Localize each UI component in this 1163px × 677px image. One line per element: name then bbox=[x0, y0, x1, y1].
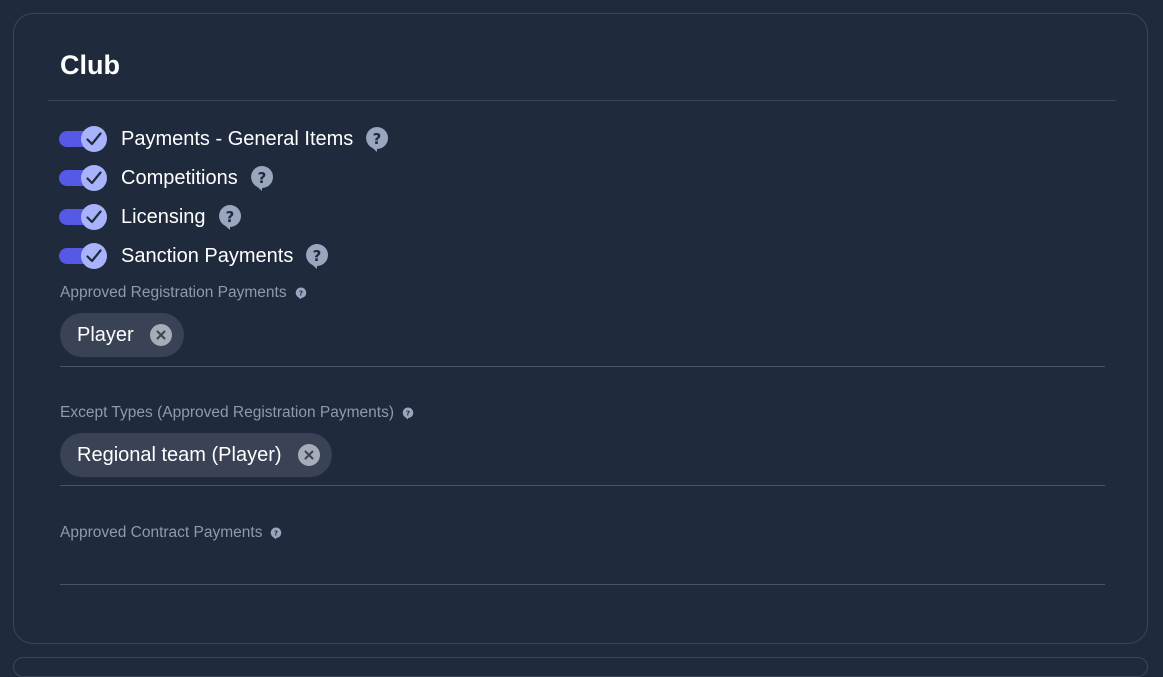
toggle-knob bbox=[81, 243, 107, 269]
field-label-text: Approved Registration Payments bbox=[60, 284, 287, 301]
approved-registration-payments-field: Approved Registration Payments ? Player bbox=[60, 284, 1105, 368]
check-icon bbox=[86, 171, 102, 185]
sanction-payments-toggle[interactable] bbox=[59, 243, 109, 269]
svg-text:?: ? bbox=[299, 288, 303, 297]
field-underline bbox=[60, 584, 1105, 585]
question-bubble-icon[interactable]: ? bbox=[250, 165, 274, 192]
question-bubble-icon[interactable]: ? bbox=[365, 126, 389, 153]
except-types-field: Except Types (Approved Registration Paym… bbox=[60, 404, 1105, 488]
svg-text:?: ? bbox=[274, 528, 278, 537]
field-underline bbox=[60, 485, 1105, 486]
svg-text:?: ? bbox=[406, 408, 410, 417]
licensing-toggle[interactable] bbox=[59, 204, 109, 230]
svg-text:?: ? bbox=[373, 130, 382, 148]
question-bubble-icon[interactable]: ? bbox=[402, 406, 414, 420]
field-label: Approved Registration Payments ? bbox=[60, 284, 307, 302]
competitions-toggle[interactable] bbox=[59, 165, 109, 191]
chip-label: Regional team (Player) bbox=[77, 443, 282, 466]
question-bubble-icon[interactable]: ? bbox=[270, 526, 282, 540]
section-title: Club bbox=[60, 50, 120, 80]
payments-general-items-toggle[interactable] bbox=[59, 126, 109, 152]
toggle-row-competitions: Competitions ? bbox=[59, 164, 274, 192]
club-settings-card: Club Payments - General Items ? Competit… bbox=[13, 13, 1148, 644]
question-bubble-icon[interactable]: ? bbox=[305, 243, 329, 270]
toggle-label: Licensing bbox=[121, 205, 206, 228]
toggle-row-payments-general-items: Payments - General Items ? bbox=[59, 125, 389, 153]
toggle-label: Sanction Payments bbox=[121, 244, 294, 267]
title-divider bbox=[48, 100, 1116, 101]
toggle-knob bbox=[81, 126, 107, 152]
svg-text:?: ? bbox=[257, 169, 266, 187]
svg-text:?: ? bbox=[313, 247, 322, 265]
toggle-row-licensing: Licensing ? bbox=[59, 203, 242, 231]
chip-label: Player bbox=[77, 323, 134, 346]
toggle-row-sanction-payments: Sanction Payments ? bbox=[59, 242, 329, 270]
approved-contract-payments-field[interactable]: Approved Contract Payments ? bbox=[60, 524, 1105, 586]
close-circle-icon[interactable] bbox=[149, 324, 172, 346]
toggle-knob bbox=[81, 165, 107, 191]
field-label: Except Types (Approved Registration Paym… bbox=[60, 404, 414, 422]
field-underline bbox=[60, 366, 1105, 367]
selected-chip[interactable]: Regional team (Player) bbox=[60, 433, 332, 477]
field-label: Approved Contract Payments ? bbox=[60, 524, 282, 542]
check-icon bbox=[86, 210, 102, 224]
toggle-knob bbox=[81, 204, 107, 230]
check-icon bbox=[86, 132, 102, 146]
question-bubble-icon[interactable]: ? bbox=[295, 286, 307, 300]
field-label-text: Except Types (Approved Registration Paym… bbox=[60, 404, 394, 421]
close-circle-icon[interactable] bbox=[297, 444, 320, 466]
check-icon bbox=[86, 249, 102, 263]
svg-text:?: ? bbox=[225, 208, 234, 226]
selected-chip[interactable]: Player bbox=[60, 313, 184, 357]
toggle-label: Payments - General Items bbox=[121, 127, 354, 150]
field-label-text: Approved Contract Payments bbox=[60, 524, 263, 541]
toggle-label: Competitions bbox=[121, 166, 238, 189]
next-card-edge bbox=[13, 657, 1148, 677]
question-bubble-icon[interactable]: ? bbox=[218, 204, 242, 231]
